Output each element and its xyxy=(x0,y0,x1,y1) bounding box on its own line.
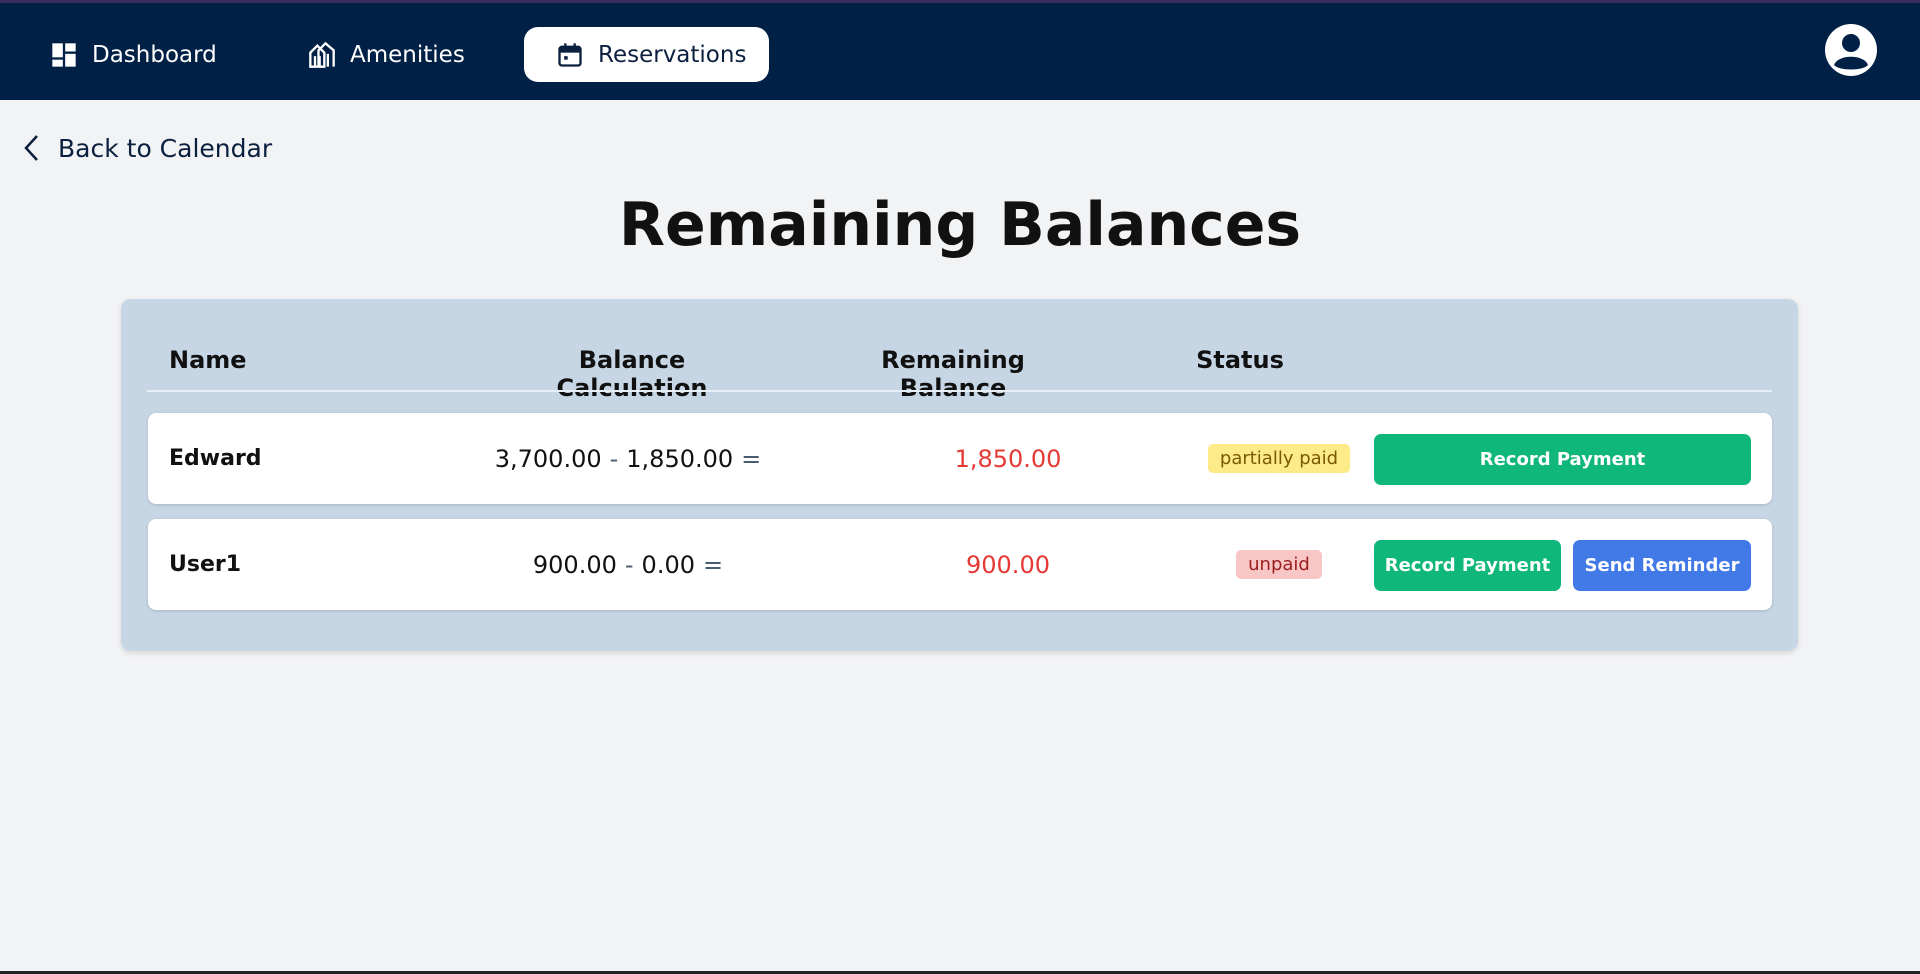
user-avatar-button[interactable] xyxy=(1824,23,1878,77)
dashboard-icon xyxy=(52,42,76,67)
nav-dashboard-label: Dashboard xyxy=(92,41,217,68)
row-status: partially paid xyxy=(1183,413,1375,504)
row-balance-calculation: 900.00 - 0.00 = xyxy=(428,519,828,610)
calc-minus: - xyxy=(624,550,634,579)
row-name: User1 xyxy=(169,552,242,577)
record-payment-button[interactable]: Record Payment xyxy=(1374,434,1751,485)
nav-amenities-label: Amenities xyxy=(350,41,465,68)
row-name: Edward xyxy=(169,446,262,471)
row-balance-calculation: 3,700.00 - 1,850.00 = xyxy=(428,413,828,504)
amenities-icon xyxy=(309,41,335,68)
column-header-status: Status xyxy=(1196,346,1284,374)
status-badge: partially paid xyxy=(1207,444,1351,473)
calc-minus: - xyxy=(609,444,619,473)
top-navigation-bar: Dashboard Amenities Reservations xyxy=(0,0,1920,100)
record-payment-button[interactable]: Record Payment xyxy=(1374,540,1561,591)
back-to-calendar-link[interactable]: Back to Calendar xyxy=(22,130,272,166)
nav-reservations[interactable]: Reservations xyxy=(524,27,769,82)
calendar-icon xyxy=(558,42,582,67)
row-remaining-balance: 1,850.00 xyxy=(954,444,1062,473)
send-reminder-button[interactable]: Send Reminder xyxy=(1573,540,1751,591)
table-row: User1 900.00 - 0.00 = 900.00 unpaid Reco… xyxy=(148,519,1772,610)
row-remaining-balance: 900.00 xyxy=(966,550,1050,579)
calc-total: 900.00 xyxy=(532,550,617,579)
header-divider xyxy=(147,390,1772,392)
column-header-name: Name xyxy=(169,346,247,374)
calc-paid: 1,850.00 xyxy=(626,444,734,473)
page-title: Remaining Balances xyxy=(618,190,1302,260)
row-status: unpaid xyxy=(1183,519,1375,610)
nav-amenities[interactable]: Amenities xyxy=(286,27,487,82)
table-row: Edward 3,700.00 - 1,850.00 = 1,850.00 pa… xyxy=(148,413,1772,504)
calc-total: 3,700.00 xyxy=(494,444,602,473)
calc-equals: = xyxy=(702,550,724,579)
nav-reservations-label: Reservations xyxy=(598,41,747,68)
column-header-calculation: Balance Calculation xyxy=(556,346,708,402)
back-link-label: Back to Calendar xyxy=(58,133,273,163)
calc-paid: 0.00 xyxy=(641,550,695,579)
user-avatar-icon xyxy=(1825,24,1877,76)
status-badge: unpaid xyxy=(1236,550,1322,579)
column-header-remaining: Remaining Balance xyxy=(881,346,1025,402)
nav-dashboard[interactable]: Dashboard xyxy=(28,27,239,82)
chevron-left-icon xyxy=(24,135,38,161)
calc-equals: = xyxy=(741,444,762,473)
